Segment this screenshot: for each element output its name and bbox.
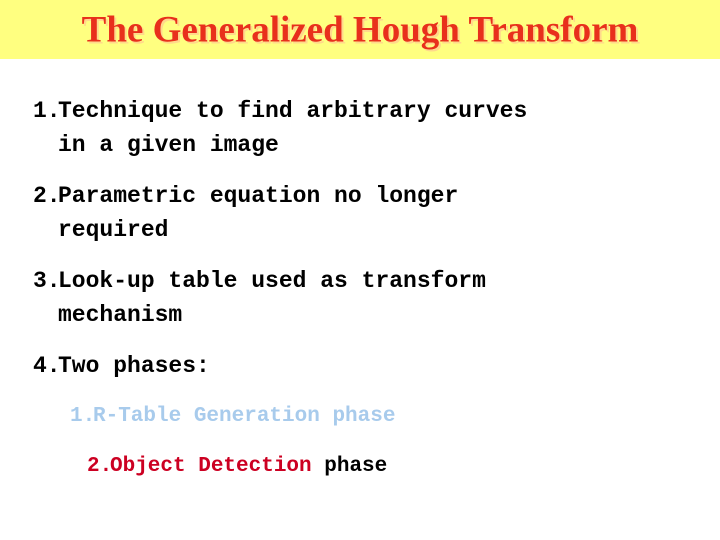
list-item-continuation: in a given image (58, 132, 279, 158)
list-item-line: 2. Parametric equation no longer (33, 179, 693, 213)
list-item-line: 1. Technique to find arbitrary curves (33, 94, 693, 128)
sub-list-item: 1. R-Table Generation phase (70, 401, 693, 433)
title-banner: The Generalized Hough Transform (0, 0, 720, 59)
list-item-continuation: mechanism (58, 302, 183, 328)
list-item: 3. Look-up table used as transform mecha… (33, 264, 693, 332)
sub-list: 1. R-Table Generation phase 2. Object De… (33, 401, 693, 483)
list-item-continuation: required (58, 217, 169, 243)
sub-list-item-marker: 2. (87, 455, 113, 478)
list-item-text: Technique to find arbitrary curves (58, 98, 528, 124)
list-item-marker: 4. (33, 353, 61, 379)
list-item-line: 3. Look-up table used as transform (33, 264, 693, 298)
sub-list-item-text: Object Detection (110, 455, 312, 478)
list-item: 2. Parametric equation no longer require… (33, 179, 693, 247)
slide: The Generalized Hough Transform 1. Techn… (0, 0, 720, 540)
list-item: 1. Technique to find arbitrary curves in… (33, 94, 693, 162)
list-item-marker: 2. (33, 183, 61, 209)
list-item-text: Look-up table used as transform (58, 268, 486, 294)
list-item-line: 4. Two phases: (33, 349, 693, 383)
sub-list-item-text-plain: phase (311, 455, 388, 478)
sub-list-item-text: R-Table Generation phase (93, 405, 396, 428)
body-list: 1. Technique to find arbitrary curves in… (33, 94, 693, 483)
list-item-marker: 1. (33, 98, 61, 124)
sub-list-item-marker: 1. (70, 405, 96, 428)
list-item: 4. Two phases: (33, 349, 693, 383)
list-item-text: Two phases: (58, 353, 210, 379)
list-item-text: Parametric equation no longer (58, 183, 459, 209)
page-title: The Generalized Hough Transform (81, 9, 639, 50)
sub-list-item: 2. Object Detection phase (70, 451, 693, 483)
list-item-marker: 3. (33, 268, 61, 294)
